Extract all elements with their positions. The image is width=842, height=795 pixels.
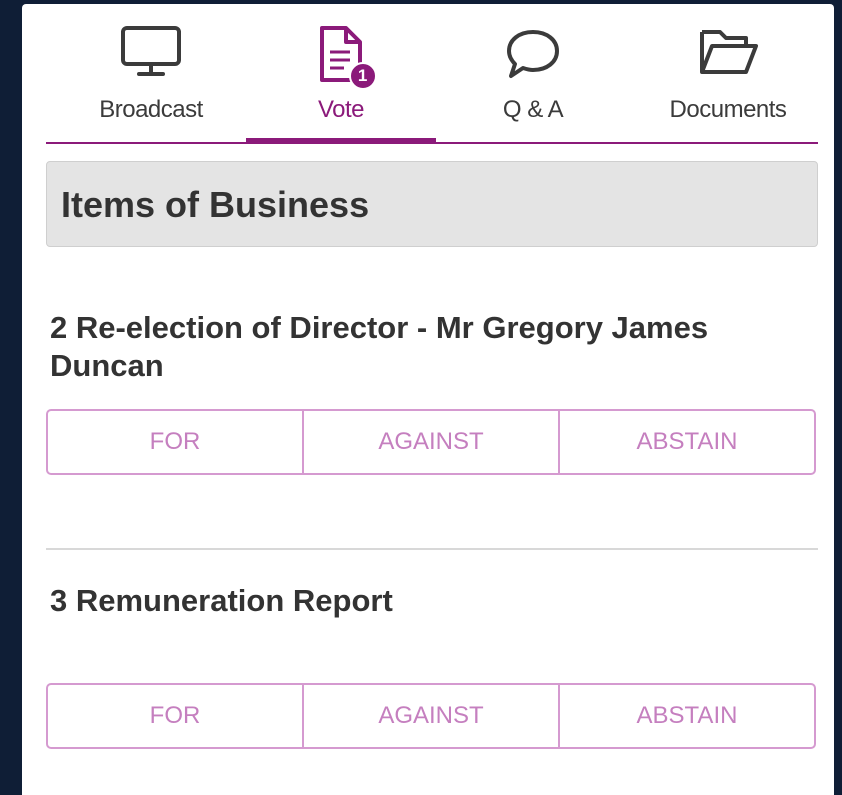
folder-icon [700, 30, 758, 74]
section-title: Items of Business [61, 184, 370, 225]
vote-options: FOR AGAINST ABSTAIN [46, 683, 816, 749]
tab-vote-label: Vote [317, 96, 365, 123]
vote-for-button[interactable]: FOR [48, 685, 304, 747]
tab-broadcast-label: Broadcast [99, 96, 203, 123]
speech-bubble-icon [507, 30, 559, 78]
item-divider [46, 548, 818, 550]
vote-count-badge: 1 [348, 62, 377, 90]
active-tab-indicator [246, 138, 436, 144]
tab-documents-label: Documents [669, 96, 787, 123]
item-title: 2 Re-election of Director - Mr Gregory J… [50, 310, 709, 383]
tab-broadcast[interactable]: Broadcast [46, 4, 256, 142]
vote-against-button[interactable]: AGAINST [304, 685, 560, 747]
vote-for-button[interactable]: FOR [48, 411, 304, 473]
item-title: 3 Remuneration Report [50, 583, 393, 618]
monitor-icon [121, 26, 181, 76]
vote-abstain-button[interactable]: ABSTAIN [560, 411, 814, 473]
tab-qa-label: Q & A [502, 96, 564, 123]
section-header: Items of Business [46, 161, 818, 247]
vote-abstain-button[interactable]: ABSTAIN [560, 685, 814, 747]
tab-qa[interactable]: Q & A [438, 4, 628, 142]
tab-bar: Broadcast 1 Vote Q & A Documents [46, 4, 818, 144]
voting-panel: Broadcast 1 Vote Q & A Documents Items o… [22, 4, 834, 795]
tab-vote[interactable]: 1 Vote [246, 4, 436, 144]
vote-options: FOR AGAINST ABSTAIN [46, 409, 816, 475]
tab-documents[interactable]: Documents [638, 4, 818, 142]
vote-against-button[interactable]: AGAINST [304, 411, 560, 473]
